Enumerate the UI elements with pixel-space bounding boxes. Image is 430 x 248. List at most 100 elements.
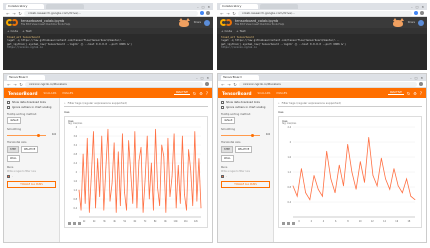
share-button[interactable]: Share	[194, 21, 201, 24]
checkbox[interactable]	[221, 101, 224, 104]
inactive-dropdown[interactable]: INACTIVE	[387, 91, 404, 95]
tag-filter[interactable]: ⌕ Filter tags (regular expressions suppor…	[64, 101, 208, 107]
run-item[interactable]: .	[7, 175, 56, 178]
tooltip-sorting-select[interactable]: default	[221, 117, 236, 124]
minimize-icon[interactable]: –	[197, 5, 199, 9]
profile-icon[interactable]	[420, 11, 424, 15]
slider-handle[interactable]	[251, 134, 254, 137]
close-icon[interactable]: ✕	[207, 5, 210, 9]
smoothing-value[interactable]: 0.6	[52, 133, 56, 136]
runs-filter-input[interactable]: Write a regex to filter runs	[221, 170, 270, 173]
smoothing-value[interactable]: 0.6	[266, 133, 270, 136]
maximize-icon[interactable]: □	[416, 5, 419, 9]
checkbox[interactable]	[7, 101, 10, 104]
refresh-icon[interactable]: ↻	[193, 91, 196, 96]
add-text-button[interactable]: + Text	[22, 29, 32, 33]
forward-icon[interactable]: →	[12, 11, 16, 16]
axis-step-button[interactable]: STEP	[7, 146, 19, 153]
colab-menu-bar[interactable]: File Edit View Insert Runtime Tools Help	[21, 23, 70, 26]
browser-tab-inactive[interactable]	[46, 4, 84, 9]
back-icon[interactable]: ←	[220, 11, 224, 16]
profile-icon[interactable]	[419, 82, 423, 86]
expand-icon[interactable]	[68, 222, 71, 225]
profile-icon[interactable]	[206, 11, 210, 15]
code-output-line[interactable]: https://xxxxxx.ngrok.io	[221, 46, 423, 49]
browser-tab[interactable]: Colaboratory	[6, 4, 44, 9]
download-links-option[interactable]: Show data download links	[7, 101, 56, 104]
tab-images[interactable]: IMAGES	[276, 91, 287, 95]
reload-icon[interactable]: ↻	[232, 11, 236, 16]
minimize-icon[interactable]: –	[196, 76, 198, 80]
checkbox[interactable]	[221, 106, 224, 109]
ignore-outliers-option[interactable]: Ignore outliers in chart scaling	[7, 106, 56, 109]
reload-icon[interactable]: ↻	[233, 82, 237, 87]
axis-wall-button[interactable]: WALL	[221, 155, 234, 162]
url-field[interactable]: colab.research.google.com/drive/...	[24, 10, 198, 16]
refresh-icon[interactable]: ↻	[407, 91, 410, 96]
back-icon[interactable]: ←	[221, 82, 225, 87]
minimize-icon[interactable]: –	[410, 76, 412, 80]
toggle-runs-button[interactable]: TOGGLE ALL RUNS	[7, 181, 56, 188]
inactive-dropdown[interactable]: INACTIVE	[173, 91, 190, 95]
smoothing-slider[interactable]: 0.6	[221, 133, 270, 137]
checkbox[interactable]	[221, 175, 224, 178]
extension-icon[interactable]	[200, 11, 204, 15]
forward-icon[interactable]: →	[13, 82, 17, 87]
share-button[interactable]: Share	[408, 21, 415, 24]
checkbox[interactable]	[7, 106, 10, 109]
url-field[interactable]: colab.research.google.com/drive/...	[238, 10, 412, 16]
url-field[interactable]: xxxxxx.ngrok.io/#scalars	[25, 81, 203, 87]
forward-icon[interactable]: →	[227, 82, 231, 87]
fit-domain-icon[interactable]	[292, 222, 295, 225]
back-icon[interactable]: ←	[6, 11, 10, 16]
code-output-line[interactable]: https://xxxxxx.ngrok.io	[7, 46, 209, 49]
browser-tab-inactive[interactable]	[260, 4, 298, 9]
checkbox[interactable]	[7, 175, 10, 178]
expand-icon[interactable]	[282, 222, 285, 225]
smoothing-slider[interactable]: 0.6	[7, 133, 56, 137]
back-icon[interactable]: ←	[7, 82, 11, 87]
forward-icon[interactable]: →	[226, 11, 230, 16]
axis-relative-button[interactable]: RELATIVE	[234, 146, 253, 153]
axis-wall-button[interactable]: WALL	[7, 155, 20, 162]
fit-domain-icon[interactable]	[78, 222, 81, 225]
gear-icon[interactable]: ⚙	[199, 91, 203, 96]
tab-scalars[interactable]: SCALARS	[44, 91, 57, 95]
log-scale-icon[interactable]	[287, 222, 290, 225]
ignore-outliers-option[interactable]: Ignore outliers in chart scaling	[221, 106, 270, 109]
toggle-runs-button[interactable]: TOGGLE ALL RUNS	[221, 181, 270, 188]
download-links-option[interactable]: Show data download links	[221, 101, 270, 104]
code-cell[interactable]: %load_ext tensorboard !wget -q https://r…	[3, 34, 213, 52]
maximize-icon[interactable]: □	[201, 76, 204, 80]
loss-chart[interactable]: 0.4 0.8 1.2 1.6 2 2.4 2.8 3.2 3.6 4 1k 2k 3k 4k 5k 6k 7k…	[65, 117, 205, 229]
browser-tab[interactable]: TensorBoard	[7, 75, 45, 80]
maximize-icon[interactable]: □	[415, 76, 418, 80]
runs-filter-input[interactable]: Write a regex to filter runs	[7, 170, 56, 173]
tag-group-label[interactable]: loss	[64, 110, 208, 114]
tab-scalars[interactable]: SCALARS	[258, 91, 271, 95]
help-icon[interactable]: ?	[206, 91, 208, 96]
avatar[interactable]	[418, 19, 424, 26]
url-field[interactable]: xxxxxx.ngrok.io/#scalars	[239, 81, 417, 87]
help-icon[interactable]: ?	[420, 91, 422, 96]
avatar[interactable]	[204, 19, 210, 26]
axis-relative-button[interactable]: RELATIVE	[20, 146, 39, 153]
profile-icon[interactable]	[205, 82, 209, 86]
code-cell[interactable]: %load_ext tensorboard !wget -q https://r…	[217, 34, 427, 52]
run-item[interactable]: .	[221, 175, 270, 178]
maximize-icon[interactable]: □	[202, 5, 205, 9]
browser-tab[interactable]: TensorBoard	[221, 75, 259, 80]
slider-handle[interactable]	[37, 134, 40, 137]
tab-images[interactable]: IMAGES	[62, 91, 73, 95]
add-code-button[interactable]: + Code	[221, 29, 232, 33]
add-text-button[interactable]: + Text	[236, 29, 246, 33]
close-icon[interactable]: ✕	[206, 76, 209, 80]
reload-icon[interactable]: ↻	[19, 82, 23, 87]
tag-group-label[interactable]: loss	[278, 110, 422, 114]
colab-menu-bar[interactable]: File Edit View Insert Runtime Tools Help	[235, 23, 284, 26]
minimize-icon[interactable]: –	[411, 5, 413, 9]
tooltip-sorting-select[interactable]: default	[7, 117, 22, 124]
axis-step-button[interactable]: STEP	[221, 146, 233, 153]
extension-icon[interactable]	[414, 11, 418, 15]
log-scale-icon[interactable]	[73, 222, 76, 225]
